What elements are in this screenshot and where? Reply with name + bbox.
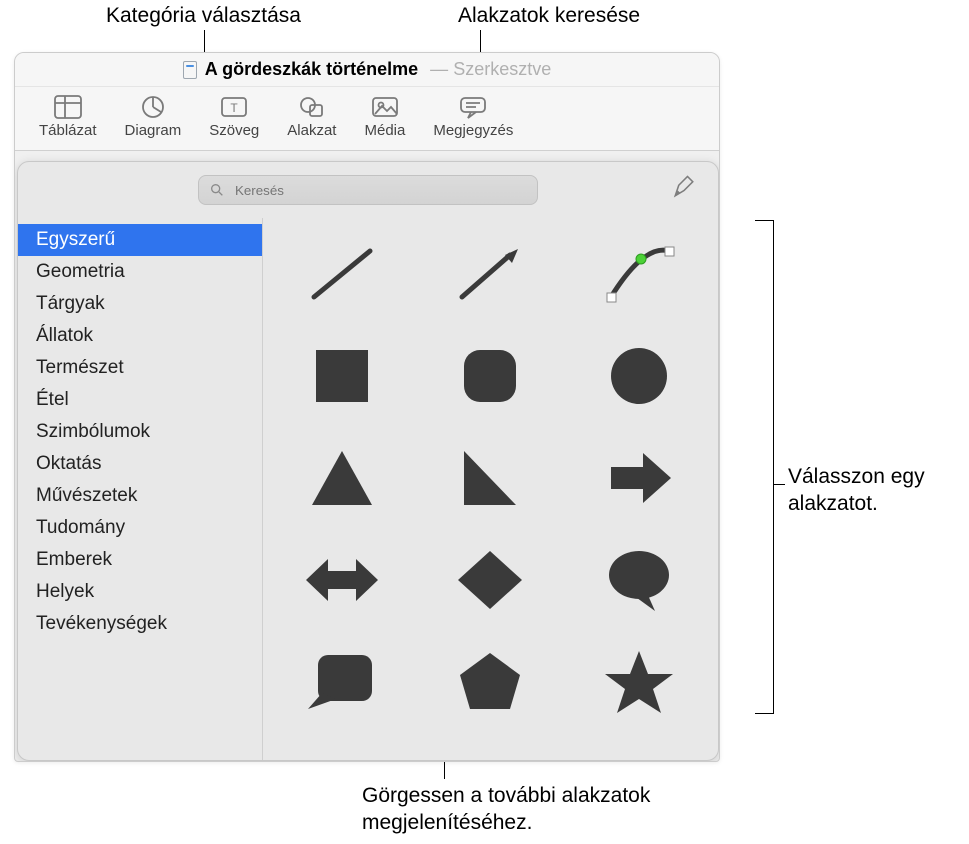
shape-triangle[interactable] [297,440,387,516]
toolbar-label: Táblázat [39,122,97,139]
sidebar-item[interactable]: Állatok [18,320,262,352]
sidebar-item[interactable]: Étel [18,384,262,416]
shape-line[interactable] [297,236,387,312]
shapes-popover: EgyszerűGeometriaTárgyakÁllatokTermészet… [17,161,719,761]
toolbar-label: Megjegyzés [433,122,513,139]
callout-scroll: Görgessen a további alakzatok megjelenít… [362,782,702,837]
app-window: A gördeszkák történelme — Szerkesztve Tá… [14,52,720,762]
shape-icon [297,94,327,120]
toolbar-label: Diagram [125,122,182,139]
media-icon [370,94,400,120]
document-title: A gördeszkák történelme [205,59,418,80]
toolbar-label: Szöveg [209,122,259,139]
sidebar-item[interactable]: Tárgyak [18,288,262,320]
sidebar-item[interactable]: Szimbólumok [18,416,262,448]
text-icon: T [219,94,249,120]
toolbar-comment[interactable]: Megjegyzés [433,94,513,139]
draw-shape-button[interactable] [670,173,698,207]
toolbar-media[interactable]: Média [364,94,405,139]
sidebar-item[interactable]: Tevékenységek [18,608,262,640]
comment-icon [458,94,488,120]
pen-icon [670,173,698,201]
chart-icon [138,94,168,120]
titlebar: A gördeszkák történelme — Szerkesztve [15,53,719,87]
toolbar-text[interactable]: T Szöveg [209,94,259,139]
sidebar-item[interactable]: Egyszerű [18,224,262,256]
sidebar-item[interactable]: Emberek [18,544,262,576]
shape-diamond[interactable] [445,542,535,618]
sidebar-item[interactable]: Tudomány [18,512,262,544]
search-input[interactable] [233,182,527,199]
shape-star[interactable] [594,644,684,720]
toolbar-table[interactable]: Táblázat [39,94,97,139]
shape-right-triangle[interactable] [445,440,535,516]
toolbar-label: Média [364,122,405,139]
table-icon [53,94,83,120]
search-field[interactable] [198,175,538,205]
sidebar-item[interactable]: Helyek [18,576,262,608]
callout-category: Kategória választása [106,2,301,29]
callout-choose: Válasszon egy alakzatot. [788,463,963,518]
svg-text:T: T [231,101,239,115]
shapes-area[interactable] [263,218,718,760]
callout-search: Alakzatok keresése [458,2,640,29]
shape-rounded-square[interactable] [445,338,535,414]
toolbar-label: Alakzat [287,122,336,139]
shape-speech-bubble[interactable] [594,542,684,618]
document-status: — Szerkesztve [430,59,551,80]
shape-curve[interactable] [594,236,684,312]
shape-arrow-bidir[interactable] [297,542,387,618]
sidebar-item[interactable]: Geometria [18,256,262,288]
toolbar-shape[interactable]: Alakzat [287,94,336,139]
shape-square[interactable] [297,338,387,414]
shape-arrow-right[interactable] [594,440,684,516]
toolbar: Táblázat Diagram T Szöveg Alakzat Média … [15,87,719,151]
shape-arrow-line[interactable] [445,236,535,312]
sidebar-item[interactable]: Oktatás [18,448,262,480]
search-icon [209,182,225,198]
category-sidebar[interactable]: EgyszerűGeometriaTárgyakÁllatokTermészet… [18,218,263,760]
sidebar-item[interactable]: Természet [18,352,262,384]
sidebar-item[interactable]: Művészetek [18,480,262,512]
document-icon [183,61,197,79]
shape-circle[interactable] [594,338,684,414]
toolbar-chart[interactable]: Diagram [125,94,182,139]
shape-pentagon[interactable] [445,644,535,720]
shape-callout-rect[interactable] [297,644,387,720]
